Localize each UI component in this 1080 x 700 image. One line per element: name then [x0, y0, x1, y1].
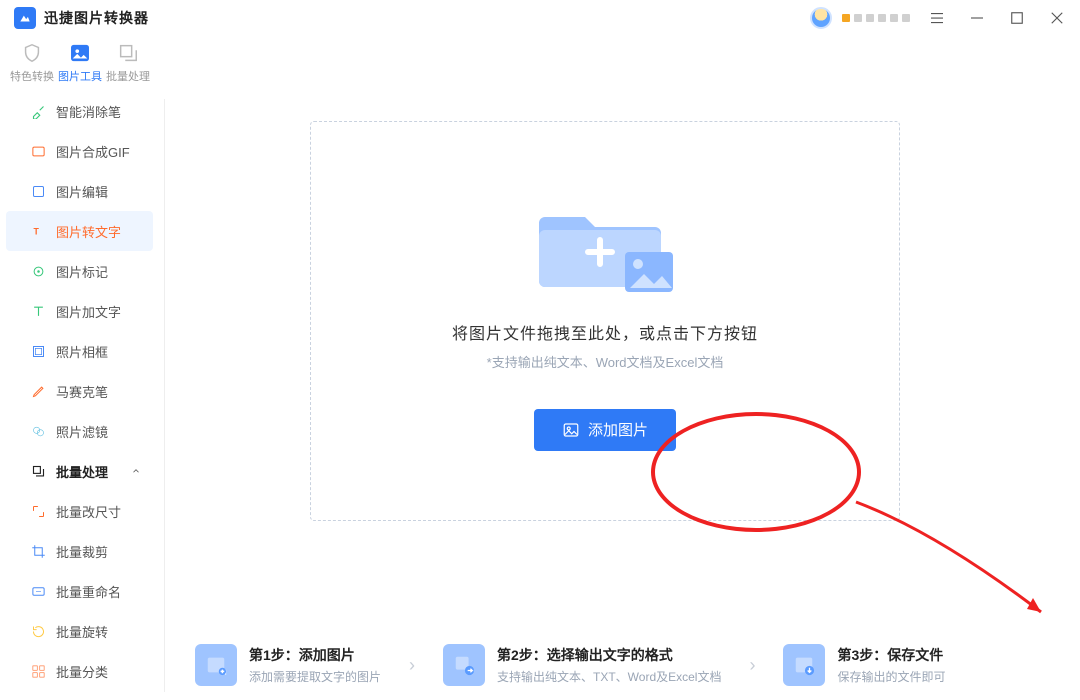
stack-icon — [30, 463, 46, 479]
dropzone[interactable]: 将图片文件拖拽至此处，或点击下方按钮 *支持输出纯文本、Word文档及Excel… — [310, 121, 900, 521]
titlebar: 迅捷图片转换器 — [0, 0, 1080, 36]
sidebar-item-ocr[interactable]: T 图片转文字 — [6, 211, 153, 251]
steps-footer: 第1步：添加图片 添加需要提取文字的图片 › 第2步：选择输出文字的格式 支持输… — [195, 644, 1070, 686]
sidebar-item-label: 图片标记 — [56, 262, 108, 281]
step3-icon — [783, 644, 825, 686]
magic-eraser-icon — [30, 103, 46, 119]
nav-label: 批量处理 — [106, 68, 150, 84]
close-button[interactable] — [1048, 9, 1066, 27]
dropzone-subtitle: *支持输出纯文本、Word文档及Excel文档 — [487, 352, 724, 371]
sidebar-item-eraser[interactable]: 智能消除笔 — [6, 91, 153, 131]
content-area: 将图片文件拖拽至此处，或点击下方按钮 *支持输出纯文本、Word文档及Excel… — [165, 91, 1080, 700]
folder-illustration-icon — [530, 192, 680, 302]
nav-label: 图片工具 — [58, 68, 102, 84]
sidebar-item-label: 照片相框 — [56, 342, 108, 361]
nav-batch[interactable]: 批量处理 — [104, 40, 152, 84]
top-nav: 特色转换 图片工具 批量处理 — [0, 36, 1080, 91]
menu-button[interactable] — [928, 9, 946, 27]
rotate-icon — [30, 623, 46, 639]
sidebar-item-crop[interactable]: 批量裁剪 — [6, 531, 153, 571]
step3-desc: 保存输出的文件即可 — [837, 668, 945, 685]
nav-special[interactable]: 特色转换 — [8, 40, 56, 84]
sidebar-item-addtext[interactable]: 图片加文字 — [6, 291, 153, 331]
image-icon — [67, 40, 93, 66]
step-2: 第2步：选择输出文字的格式 支持输出纯文本、TXT、Word及Excel文档 — [443, 644, 721, 686]
svg-text:T: T — [33, 226, 39, 236]
frame-icon — [30, 343, 46, 359]
sidebar-item-mosaic[interactable]: 马赛克笔 — [6, 371, 153, 411]
crop-icon — [30, 543, 46, 559]
gif-icon — [30, 143, 46, 159]
sidebar-item-label: 批量重命名 — [56, 582, 121, 601]
image-icon — [562, 421, 580, 439]
vip-indicator[interactable] — [842, 14, 910, 22]
chevron-up-icon — [131, 464, 141, 479]
sidebar-item-rotate[interactable]: 批量旋转 — [6, 611, 153, 651]
text-icon: T — [30, 223, 46, 239]
step2-icon — [443, 644, 485, 686]
sidebar-item-label: 批量裁剪 — [56, 542, 108, 561]
sidebar-section-label: 批量处理 — [56, 462, 108, 481]
sidebar-item-label: 照片滤镜 — [56, 422, 108, 441]
annotation-arrow-icon — [846, 492, 1056, 622]
sidebar-item-label: 马赛克笔 — [56, 382, 108, 401]
maximize-button[interactable] — [1008, 9, 1026, 27]
sidebar-item-filter[interactable]: 照片滤镜 — [6, 411, 153, 451]
sidebar-item-label: 图片合成GIF — [56, 142, 130, 161]
annotation-circle — [651, 412, 861, 532]
pencil-icon — [30, 383, 46, 399]
step-3: 第3步：保存文件 保存输出的文件即可 — [783, 644, 945, 686]
minimize-button[interactable] — [968, 9, 986, 27]
app-logo-icon — [14, 7, 36, 29]
step-1: 第1步：添加图片 添加需要提取文字的图片 — [195, 644, 381, 686]
sidebar-item-label: 批量分类 — [56, 662, 108, 681]
add-text-icon — [30, 303, 46, 319]
shield-icon — [19, 40, 45, 66]
sidebar-item-label: 图片编辑 — [56, 182, 108, 201]
sidebar-item-mark[interactable]: 图片标记 — [6, 251, 153, 291]
step1-icon — [195, 644, 237, 686]
step3-title: 第3步：保存文件 — [837, 645, 945, 665]
resize-icon — [30, 503, 46, 519]
batch-icon — [115, 40, 141, 66]
edit-icon — [30, 183, 46, 199]
step1-desc: 添加需要提取文字的图片 — [249, 668, 381, 685]
sidebar: 智能消除笔 图片合成GIF 图片编辑 T 图片转文字 图片标记 图片加文字 照片… — [0, 91, 165, 700]
filter-icon — [30, 423, 46, 439]
sidebar-item-resize[interactable]: 批量改尺寸 — [6, 491, 153, 531]
rename-icon — [30, 583, 46, 599]
app-title: 迅捷图片转换器 — [44, 8, 149, 28]
sidebar-item-label: 智能消除笔 — [56, 102, 121, 121]
add-image-button[interactable]: 添加图片 — [534, 409, 676, 451]
sidebar-item-edit[interactable]: 图片编辑 — [6, 171, 153, 211]
chevron-right-icon: › — [733, 655, 771, 676]
chevron-right-icon: › — [393, 655, 431, 676]
sidebar-item-frame[interactable]: 照片相框 — [6, 331, 153, 371]
sidebar-item-label: 图片转文字 — [56, 222, 121, 241]
sidebar-item-rename[interactable]: 批量重命名 — [6, 571, 153, 611]
sidebar-item-gif[interactable]: 图片合成GIF — [6, 131, 153, 171]
nav-image-tools[interactable]: 图片工具 — [56, 40, 104, 84]
sidebar-section-batch[interactable]: 批量处理 — [6, 451, 153, 491]
dropzone-title: 将图片文件拖拽至此处，或点击下方按钮 — [452, 320, 758, 344]
sidebar-item-classify[interactable]: 批量分类 — [6, 651, 153, 691]
add-image-label: 添加图片 — [588, 419, 648, 440]
step1-title: 第1步：添加图片 — [249, 645, 381, 665]
grid-icon — [30, 663, 46, 679]
step2-desc: 支持输出纯文本、TXT、Word及Excel文档 — [497, 668, 721, 685]
target-icon — [30, 263, 46, 279]
sidebar-item-label: 批量旋转 — [56, 622, 108, 641]
sidebar-item-label: 图片加文字 — [56, 302, 121, 321]
step2-title: 第2步：选择输出文字的格式 — [497, 645, 721, 665]
nav-label: 特色转换 — [10, 68, 54, 84]
avatar-icon[interactable] — [810, 7, 832, 29]
sidebar-item-label: 批量改尺寸 — [56, 502, 121, 521]
